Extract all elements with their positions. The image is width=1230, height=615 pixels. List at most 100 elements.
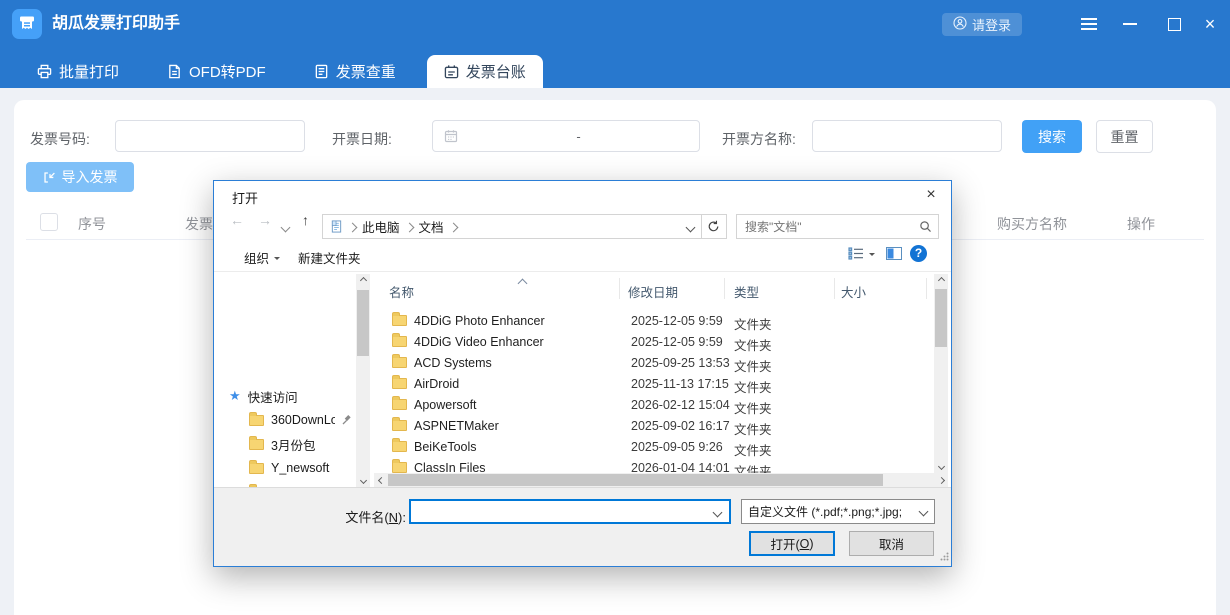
dialog-close-button[interactable]: × [919,184,943,206]
file-row[interactable]: AirDroid 2025-11-13 17:15 文件夹 [372,374,934,395]
views-button[interactable] [848,247,875,260]
folder-icon [392,462,407,473]
minimize-button[interactable] [1117,14,1143,34]
document-check-icon [314,64,329,79]
filename-dropdown-icon[interactable] [714,505,721,519]
filename-input[interactable] [411,501,714,522]
file-row[interactable]: Apowersoft 2026-02-12 15:04 文件夹 [372,395,934,416]
new-folder-label: 新建文件夹 [298,248,361,267]
column-header-name[interactable]: 名称 [389,282,414,301]
invoice-number-input-box [115,120,305,152]
file-list-vertical-scrollbar[interactable] [934,274,948,473]
sidebar-item-y-newsoft[interactable]: Y_newsoft [214,458,356,478]
refresh-button[interactable] [701,214,727,239]
dropdown-caret-icon [274,257,280,263]
tab-bar: 批量打印 OFD转PDF 发票查重 发票台账 [0,48,1230,88]
sidebar-scrollbar[interactable] [356,274,370,487]
breadcrumb-this-pc[interactable]: 此电脑 [362,217,400,236]
sidebar-item-quick-access[interactable]: ★ 快速访问 [214,386,356,406]
file-row[interactable]: ClassIn Files 2026-01-04 14:01 文件夹 [372,458,934,473]
scroll-down-icon[interactable] [356,474,370,487]
scrollbar-thumb[interactable] [388,474,883,486]
issuer-name-label: 开票方名称: [722,129,796,149]
issuer-name-input[interactable] [813,121,1001,151]
file-name: ASPNETMaker [414,419,499,433]
file-date: 2026-01-04 14:01 [631,461,730,473]
file-type: 文件夹 [734,314,772,333]
import-invoice-button[interactable]: 导入发票 [26,162,134,192]
column-header-size[interactable]: 大小 [841,282,866,301]
invoice-number-label: 发票号码: [30,129,90,149]
title-bar: 胡瓜发票打印助手 请登录 × [0,0,1230,48]
breadcrumb-documents[interactable]: 文档 [419,217,444,236]
printer-icon [37,64,52,79]
close-button[interactable]: × [1197,14,1223,34]
recent-locations-dropdown[interactable] [282,220,289,234]
up-button[interactable]: ↑ [302,212,309,228]
file-list: 4DDiG Photo Enhancer 2025-12-05 9:59 文件夹… [372,301,934,473]
column-divider[interactable] [724,278,725,299]
folder-icon [249,463,264,474]
dialog-title-bar[interactable] [214,181,951,209]
breadcrumb-chevron-icon [450,220,457,234]
file-date: 2025-09-25 13:53 [631,356,730,370]
search-icon [919,220,932,233]
help-button[interactable]: ? [910,245,927,262]
resize-grip-icon[interactable] [940,550,949,564]
file-row[interactable]: 4DDiG Video Enhancer 2025-12-05 9:59 文件夹 [372,332,934,353]
scrollbar-thumb[interactable] [935,289,947,347]
scrollbar-thumb[interactable] [357,290,369,356]
tab-batch-print[interactable]: 批量打印 [20,55,136,88]
invoice-date-range-input[interactable]: - [432,120,700,152]
scroll-up-icon[interactable] [356,274,370,287]
filename-combo-box [409,499,731,524]
column-header-invoice-partial: 发票 [185,214,213,234]
sidebar-item-360download[interactable]: 360DownLoa [214,410,356,430]
reset-button[interactable]: 重置 [1096,120,1153,153]
column-divider[interactable] [619,278,620,299]
back-button[interactable]: ← [230,212,244,228]
filetype-select[interactable]: 自定义文件 (*.pdf;*.png;*.jpg; [741,499,935,524]
login-button[interactable]: 请登录 [942,13,1022,36]
maximize-button[interactable] [1161,14,1187,34]
dropdown-caret-icon [869,253,875,259]
file-list-horizontal-scrollbar[interactable] [374,473,948,487]
file-row[interactable]: ASPNETMaker 2025-09-02 16:17 文件夹 [372,416,934,437]
quick-access-star-icon: ★ [229,388,241,404]
address-bar[interactable]: 此电脑 文档 [322,214,702,239]
select-all-checkbox[interactable] [40,213,58,231]
sidebar-item-march-package[interactable]: 3月份包 [214,434,356,454]
tab-ofd-to-pdf[interactable]: OFD转PDF [150,55,283,88]
organize-button[interactable]: 组织 [244,248,280,267]
column-header-date-modified[interactable]: 修改日期 [628,282,678,301]
file-row[interactable]: ACD Systems 2025-09-25 13:53 文件夹 [372,353,934,374]
filename-label: 文件名(N): [274,507,406,526]
column-divider[interactable] [834,278,835,299]
list-view-icon [848,247,864,260]
folder-icon [392,315,407,326]
column-header-type[interactable]: 类型 [734,282,759,301]
tab-invoice-dedup[interactable]: 发票查重 [297,55,413,88]
file-type: 文件夹 [734,398,772,417]
file-row[interactable]: BeiKeTools 2025-09-05 9:26 文件夹 [372,437,934,458]
menu-icon[interactable] [1076,14,1102,34]
column-header-serial: 序号 [78,214,106,234]
preview-pane-button[interactable] [886,247,902,260]
address-dropdown-button[interactable] [687,220,694,234]
scroll-left-icon[interactable] [374,473,388,487]
file-row[interactable]: 4DDiG Photo Enhancer 2025-12-05 9:59 文件夹 [372,311,934,332]
dialog-search-input[interactable] [743,219,919,235]
preview-pane-icon [886,247,902,260]
cancel-button[interactable]: 取消 [849,531,934,556]
column-divider[interactable] [926,278,927,299]
invoice-number-input[interactable] [116,121,304,151]
new-folder-button[interactable]: 新建文件夹 [298,248,361,267]
scroll-down-icon[interactable] [934,460,948,473]
search-button[interactable]: 搜索 [1022,120,1082,153]
tab-invoice-ledger[interactable]: 发票台账 [427,55,543,88]
forward-button[interactable]: → [258,212,272,228]
scroll-right-icon[interactable] [934,473,948,487]
file-name: AirDroid [414,377,459,391]
scroll-up-icon[interactable] [934,274,948,287]
open-button[interactable]: 打开(O) [749,531,835,556]
